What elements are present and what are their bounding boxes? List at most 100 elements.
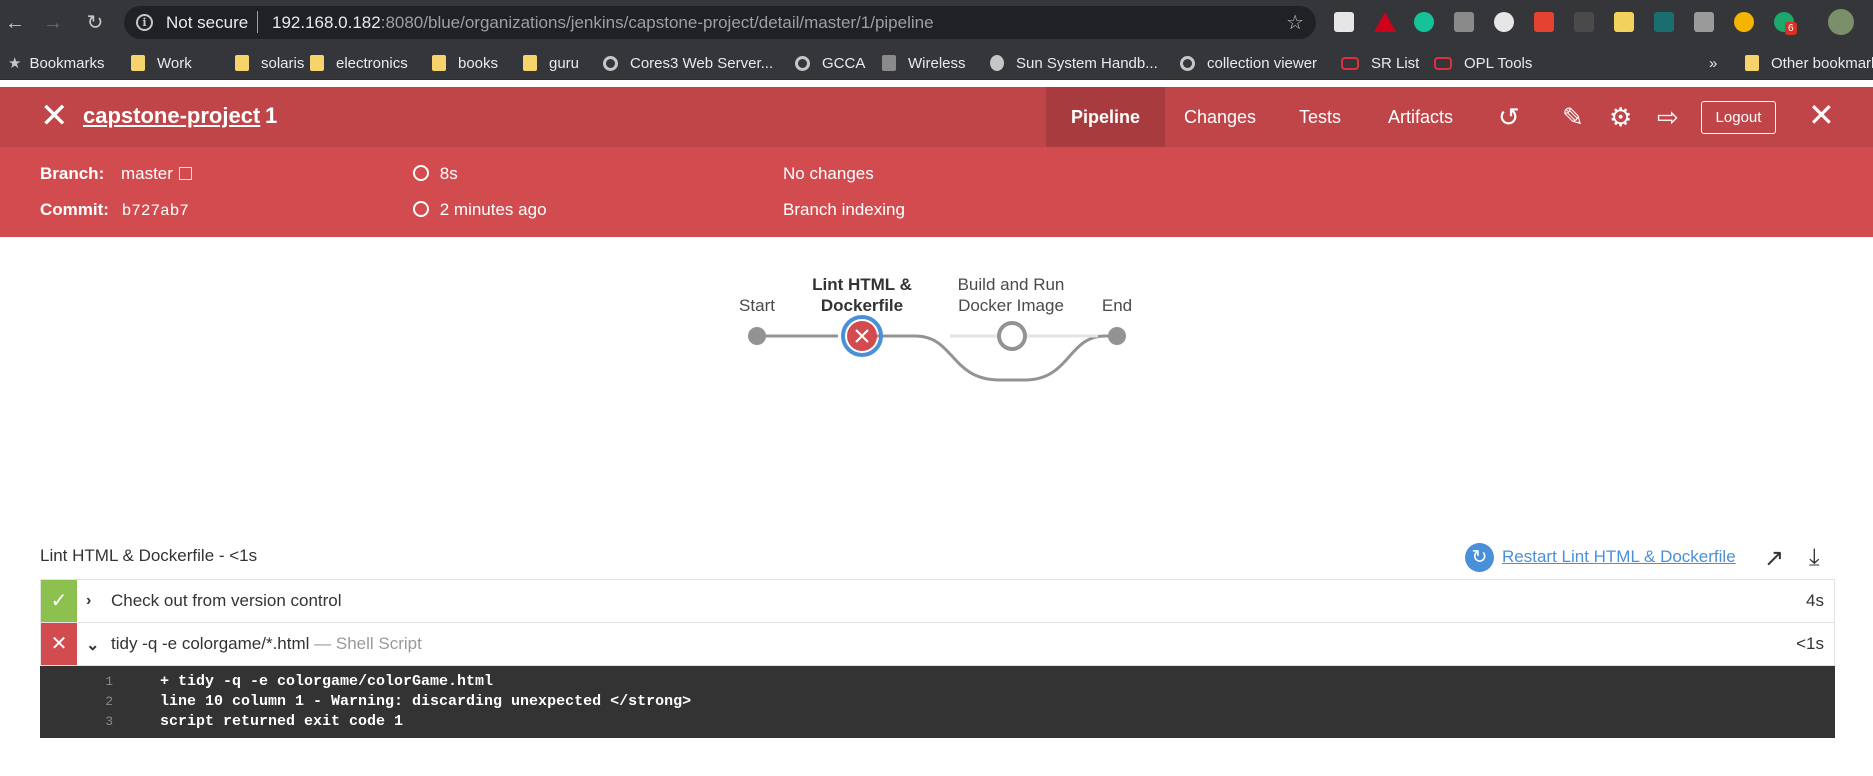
log-line-number[interactable]: 3	[88, 712, 113, 732]
chevron-down-icon[interactable]: ⌄	[86, 635, 99, 655]
todoist-icon[interactable]	[1534, 12, 1554, 32]
close-icon[interactable]: ✕	[1808, 99, 1835, 131]
log-line-number[interactable]: 2	[88, 692, 113, 712]
folder-icon	[131, 55, 145, 71]
selenium-icon[interactable]	[1574, 12, 1594, 32]
folder-icon	[310, 55, 324, 71]
gear-icon[interactable]: ⚙	[1609, 102, 1632, 132]
step-row[interactable]: ✕ ⌄ tidy -q -e colorgame/*.html — Shell …	[40, 622, 1835, 666]
bookmarks-bar: ★ Bookmarks Work solaris electronics book…	[0, 45, 1873, 80]
log-line: 3 script returned exit code 1	[40, 712, 1835, 732]
url-separator	[257, 11, 258, 33]
bookmark-item[interactable]: GCCA	[795, 53, 865, 73]
forward-icon[interactable]: →	[40, 10, 66, 36]
bookmark-item[interactable]: solaris	[235, 53, 304, 73]
extension-shield-icon[interactable]	[1334, 12, 1354, 32]
branch-row: Branch: master	[40, 164, 192, 184]
profile-avatar[interactable]	[1828, 9, 1854, 35]
bookmark-item[interactable]: SR List	[1341, 53, 1419, 73]
bookmark-item[interactable]: electronics	[310, 53, 408, 73]
open-in-new-icon[interactable]: ↗	[1764, 544, 1784, 573]
time-row: 2 minutes ago	[413, 200, 547, 220]
extension-triangle-icon[interactable]	[1374, 12, 1396, 32]
logout-button[interactable]: Logout	[1701, 101, 1776, 134]
stage-node-build-not-built[interactable]	[997, 321, 1027, 351]
tab-tests[interactable]: Tests	[1274, 87, 1366, 147]
tab-artifacts[interactable]: Artifacts	[1363, 87, 1478, 147]
bookmark-item[interactable]: ★ Bookmarks	[8, 53, 104, 73]
failure-x-icon: ✕	[41, 623, 77, 665]
url-text[interactable]: 192.168.0.182:8080/blue/organizations/je…	[272, 13, 934, 33]
info-icon[interactable]: i	[136, 14, 153, 31]
globe-icon	[603, 55, 618, 71]
notes-icon[interactable]	[1614, 12, 1634, 32]
bookmark-item[interactable]: Sun System Handb...	[990, 53, 1158, 73]
step-type: — Shell Script	[314, 634, 422, 653]
step-duration: 4s	[1806, 591, 1824, 610]
tab-pipeline[interactable]: Pipeline	[1046, 87, 1166, 147]
external-link-icon[interactable]	[178, 167, 192, 180]
extension-badge-icon[interactable]: 6	[1774, 12, 1797, 35]
oracle-icon	[1434, 56, 1452, 70]
tab-changes[interactable]: Changes	[1159, 87, 1281, 147]
extension-s-icon[interactable]	[1694, 12, 1714, 32]
bookmark-item[interactable]: books	[432, 53, 498, 73]
log-line-number[interactable]: 1	[88, 672, 113, 692]
branch-value[interactable]: master	[121, 164, 173, 183]
project-link[interactable]: capstone-project	[83, 103, 260, 129]
step-name: tidy -q -e colorgame/*.html — Shell Scri…	[111, 634, 422, 653]
step-row[interactable]: ✓ › Check out from version control 4s	[40, 579, 1835, 623]
rerun-icon[interactable]: ↺	[1498, 102, 1520, 132]
start-node	[748, 327, 766, 345]
restart-icon[interactable]: ↻	[1465, 542, 1494, 572]
run-number: 1	[265, 103, 278, 128]
bookmark-item[interactable]: Other bookmarks	[1745, 53, 1873, 73]
log-line: 1 + tidy -q -e colorgame/colorGame.html	[40, 672, 1835, 692]
grammarly-icon[interactable]	[1414, 12, 1434, 32]
folder-icon	[523, 55, 537, 71]
stopwatch-icon	[413, 165, 429, 181]
bookmark-item[interactable]: OPL Tools	[1434, 53, 1532, 73]
globe-icon	[795, 55, 810, 71]
pipeline-connectors	[748, 315, 1126, 382]
branch-label: Branch:	[40, 164, 105, 183]
bookmark-item[interactable]: collection viewer	[1180, 53, 1317, 73]
bookmark-item[interactable]: Cores3 Web Server...	[603, 53, 773, 73]
wireless-icon	[882, 55, 896, 71]
chevron-right-icon[interactable]: ›	[86, 592, 91, 610]
extension-circle-icon[interactable]	[1494, 12, 1514, 32]
console-log: 1 + tidy -q -e colorgame/colorGame.html 2…	[40, 666, 1835, 738]
address-bar[interactable]: i Not secure 192.168.0.182:8080/blue/org…	[124, 6, 1316, 39]
run-header: ✕ capstone-project 1 Pipeline Changes Te…	[0, 87, 1873, 147]
star-icon: ★	[8, 55, 22, 72]
pipeline-graph: Start Lint HTML & Dockerfile Build and Ru…	[0, 237, 1873, 537]
reload-icon[interactable]: ↻	[82, 10, 108, 36]
bookmark-item[interactable]: Work	[131, 53, 192, 73]
security-label: Not secure	[166, 13, 249, 32]
browser-toolbar: ← → ↻ i Not secure 192.168.0.182:8080/bl…	[0, 0, 1873, 45]
edit-pencil-icon[interactable]: ✎	[1562, 102, 1584, 132]
folder-icon	[1745, 55, 1759, 71]
sun-icon	[990, 55, 1004, 71]
extension-m-icon[interactable]	[1654, 12, 1674, 32]
log-text: script returned exit code 1	[160, 713, 404, 730]
commit-label: Commit:	[40, 200, 109, 219]
step-duration: <1s	[1796, 634, 1824, 653]
folder-icon	[432, 55, 446, 71]
bookmark-item[interactable]: Wireless	[882, 53, 966, 73]
download-icon[interactable]: ⤓	[1809, 544, 1820, 572]
extension-q-icon[interactable]	[1734, 12, 1754, 32]
bookmarks-overflow-button[interactable]: »	[1709, 53, 1717, 73]
bookmark-item[interactable]: guru	[523, 53, 579, 73]
restart-stage[interactable]: ↻ Restart Lint HTML & Dockerfile	[1465, 542, 1736, 572]
folder-icon	[235, 55, 249, 71]
extension-g-icon[interactable]	[1454, 12, 1474, 32]
duration-row: 8s	[413, 164, 458, 184]
close-icon[interactable]: ✕	[40, 99, 69, 133]
restart-stage-link[interactable]: Restart Lint HTML & Dockerfile	[1502, 547, 1736, 567]
duration-value: 8s	[439, 164, 458, 183]
back-icon[interactable]: ←	[2, 10, 28, 36]
classic-view-icon[interactable]: ⇨	[1657, 102, 1679, 132]
success-check-icon: ✓	[41, 580, 77, 622]
bookmark-star-icon[interactable]: ☆	[1286, 10, 1304, 35]
